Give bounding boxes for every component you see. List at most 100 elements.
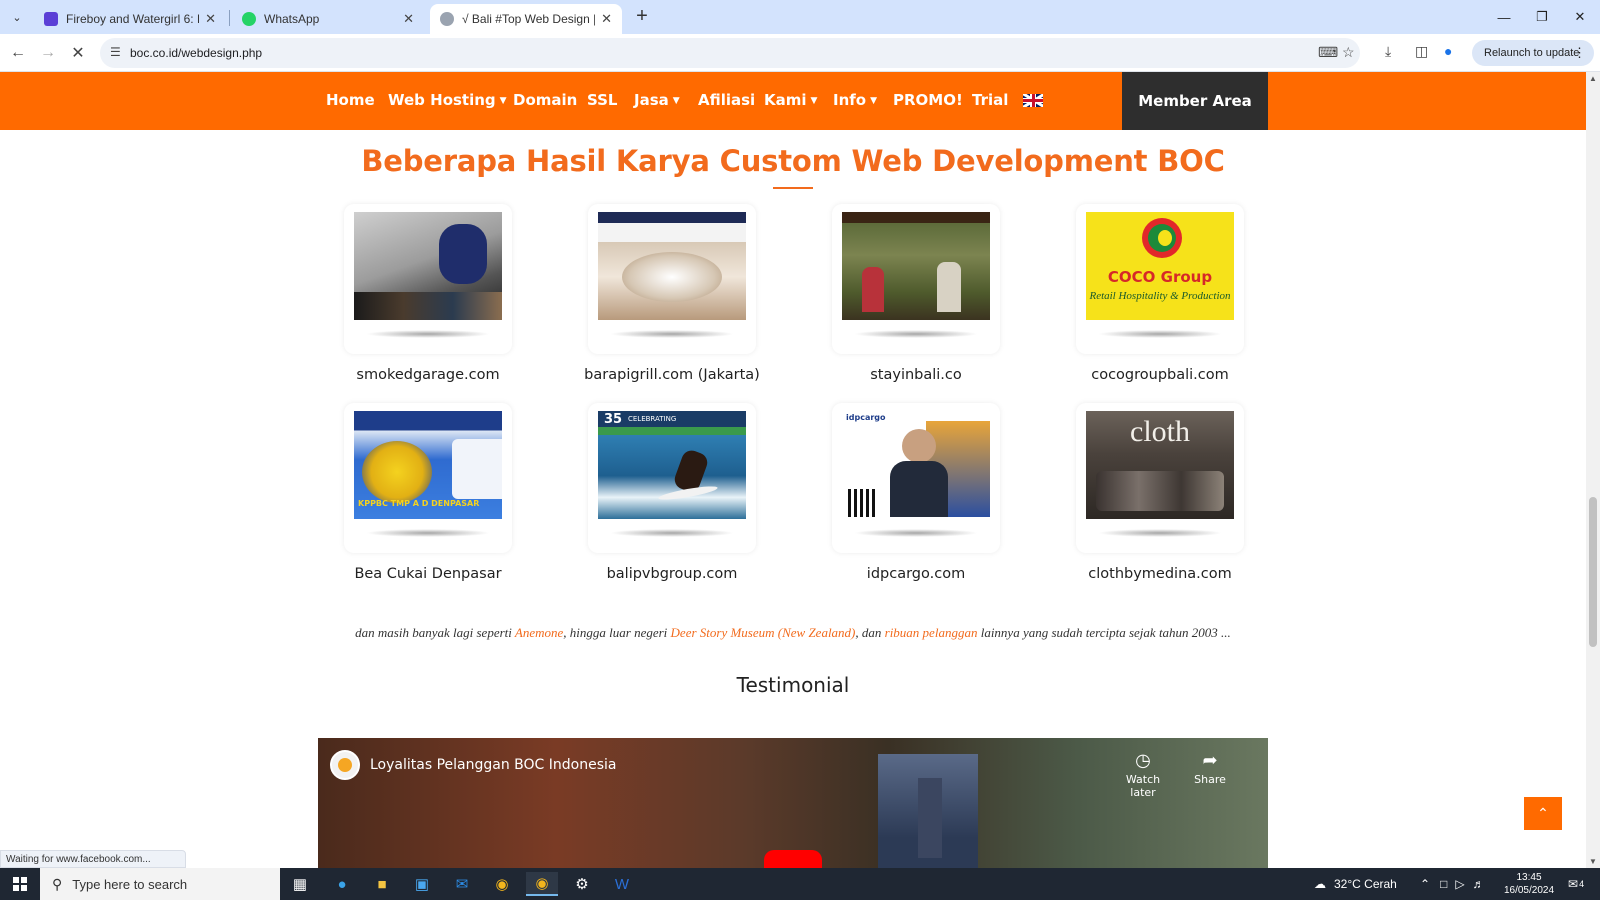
nav-afiliasi[interactable]: Afiliasi xyxy=(698,91,755,109)
link-anemone[interactable]: Anemone xyxy=(515,625,563,640)
portfolio-card-cocogroup[interactable]: COCO Group Retail Hospitality & Producti… xyxy=(1076,204,1244,354)
watch-later-button[interactable]: ◷ Watch later xyxy=(1113,750,1173,799)
file-explorer-icon[interactable]: ■ xyxy=(366,872,398,896)
stop-loading-button[interactable]: ✕ xyxy=(66,41,90,65)
share-arrow-icon: ➦ xyxy=(1202,750,1218,771)
profile-avatar-icon[interactable]: ● xyxy=(1444,43,1452,59)
minimize-button[interactable]: — xyxy=(1485,0,1523,34)
task-view-icon[interactable]: ▦ xyxy=(284,872,316,896)
mail-icon[interactable]: ✉ xyxy=(446,872,478,896)
link-ribuan-pelanggan[interactable]: ribuan pelanggan xyxy=(885,625,978,640)
address-bar[interactable]: ☰ boc.co.id/webdesign.php ⌨ ☆ xyxy=(100,38,1360,68)
portfolio-label[interactable]: clothbymedina.com xyxy=(1038,566,1282,582)
scroll-down-icon[interactable]: ▼ xyxy=(1589,857,1597,866)
close-icon[interactable]: ✕ xyxy=(403,11,414,27)
tab-fireboy[interactable]: Fireboy and Watergirl 6: Fairy Ta ✕ xyxy=(34,4,226,34)
browser-status-text: Waiting for www.facebook.com... xyxy=(0,850,186,868)
nav-trial[interactable]: Trial xyxy=(972,91,1008,109)
settings-gear-icon[interactable]: ⚙ xyxy=(566,872,598,896)
relaunch-to-update-button[interactable]: Relaunch to update ⋮ xyxy=(1472,40,1594,66)
chrome-icon[interactable]: ◉ xyxy=(486,872,518,896)
scroll-up-icon[interactable]: ▲ xyxy=(1589,74,1597,83)
start-button[interactable] xyxy=(0,868,40,900)
close-window-button[interactable]: ✕ xyxy=(1561,0,1599,34)
nav-home[interactable]: Home xyxy=(326,91,375,109)
nav-jasa[interactable]: Jasa ▼ xyxy=(634,91,680,109)
tab-whatsapp[interactable]: WhatsApp ✕ xyxy=(232,4,424,34)
member-area-button[interactable]: Member Area xyxy=(1122,72,1268,130)
pvb-number-text: 35 xyxy=(604,412,623,427)
portfolio-card-stayinbali[interactable] xyxy=(832,204,1000,354)
store-icon[interactable]: ▣ xyxy=(406,872,438,896)
arrow-left-icon: ← xyxy=(10,44,26,61)
nav-domain[interactable]: Domain xyxy=(513,91,577,109)
close-icon[interactable]: ✕ xyxy=(601,11,612,27)
bookmark-star-icon[interactable]: ☆ xyxy=(1342,44,1355,61)
restore-icon: ❐ xyxy=(1536,9,1548,24)
caret-down-icon: ▼ xyxy=(810,96,818,106)
translate-icon[interactable]: ⌨ xyxy=(1318,44,1338,61)
share-button[interactable]: ➦ Share xyxy=(1180,750,1240,786)
close-icon[interactable]: ✕ xyxy=(205,11,216,27)
portfolio-thumbnail xyxy=(354,212,502,320)
url-text[interactable]: boc.co.id/webdesign.php xyxy=(130,46,262,60)
nav-label: Home xyxy=(326,91,375,109)
weather-widget[interactable]: ☁ 32°C Cerah xyxy=(1314,868,1397,900)
chevron-up-icon[interactable]: ⌃ xyxy=(1420,877,1430,891)
portfolio-label[interactable]: Bea Cukai Denpasar xyxy=(306,566,550,582)
scrollbar-thumb[interactable] xyxy=(1589,497,1597,647)
chrome-active-icon[interactable]: ◉ xyxy=(526,872,558,896)
back-button[interactable]: ← xyxy=(6,41,30,65)
nav-promo[interactable]: PROMO! xyxy=(893,91,963,109)
page-scrollbar[interactable]: ▲ ▼ xyxy=(1586,72,1600,868)
restore-button[interactable]: ❐ xyxy=(1523,0,1561,34)
nav-ssl[interactable]: SSL xyxy=(587,91,618,109)
portfolio-card-idpcargo[interactable]: idpcargo xyxy=(832,403,1000,553)
portfolio-label[interactable]: stayinbali.co xyxy=(794,367,1038,383)
portfolio-card-barapigrill[interactable] xyxy=(588,204,756,354)
volume-icon[interactable]: ♬ xyxy=(1473,877,1485,891)
card-shadow xyxy=(1098,529,1222,537)
nav-web-hosting[interactable]: Web Hosting ▼ xyxy=(388,91,507,109)
new-tab-button[interactable]: + xyxy=(630,5,654,28)
meet-now-icon[interactable]: □ xyxy=(1440,877,1447,891)
edge-browser-icon[interactable]: ● xyxy=(326,872,358,896)
more-menu-icon[interactable]: ⋮ xyxy=(1573,45,1586,61)
portfolio-label[interactable]: balipvbgroup.com xyxy=(550,566,794,582)
portfolio-label[interactable]: barapigrill.com (Jakarta) xyxy=(550,367,794,383)
portfolio-card-clothbymedina[interactable]: cloth xyxy=(1076,403,1244,553)
portfolio-card-balipvb[interactable]: 35 CELEBRATING xyxy=(588,403,756,553)
word-icon[interactable]: W xyxy=(606,872,638,896)
back-to-top-button[interactable]: ⌃ xyxy=(1524,797,1562,830)
tab-boc-webdesign[interactable]: √ Bali #Top Web Design | WA 0 ✕ xyxy=(430,4,622,34)
network-icon[interactable]: ▷ xyxy=(1455,877,1464,891)
portfolio-label[interactable]: smokedgarage.com xyxy=(306,367,550,383)
notification-center[interactable]: ✉ 4 xyxy=(1568,868,1584,900)
uk-flag-icon[interactable] xyxy=(1023,94,1043,107)
clock-time: 13:45 xyxy=(1516,872,1542,883)
portfolio-label[interactable]: idpcargo.com xyxy=(794,566,1038,582)
nav-kami[interactable]: Kami ▼ xyxy=(764,91,817,109)
tab-search-button[interactable]: ⌄ xyxy=(6,6,28,28)
nav-label: Afiliasi xyxy=(698,91,756,109)
site-settings-icon[interactable]: ☰ xyxy=(110,45,121,59)
portfolio-label[interactable]: cocogroupbali.com xyxy=(1038,367,1282,383)
taskbar-search-box[interactable]: ⚲ Type here to search xyxy=(40,868,280,900)
nav-label: Jasa xyxy=(634,91,669,109)
cloth-logo-text: cloth xyxy=(1130,415,1190,448)
link-deer-story-museum[interactable]: Deer Story Museum (New Zealand) xyxy=(671,625,856,640)
portfolio-thumbnail: 35 CELEBRATING xyxy=(598,411,746,519)
forward-button[interactable]: → xyxy=(36,41,60,65)
taskbar-clock[interactable]: 13:45 16/05/2024 xyxy=(1498,871,1560,897)
system-tray[interactable]: ⌃ □ ▷ ♬ xyxy=(1420,868,1485,900)
testimonial-video-embed[interactable]: Loyalitas Pelanggan BOC Indonesia ◷ Watc… xyxy=(318,738,1268,868)
nav-info[interactable]: Info ▼ xyxy=(833,91,877,109)
channel-avatar[interactable] xyxy=(330,750,360,780)
video-title[interactable]: Loyalitas Pelanggan BOC Indonesia xyxy=(370,757,616,773)
download-icon[interactable]: ⤓ xyxy=(1385,43,1391,60)
portfolio-card-bea-cukai[interactable]: KPPBC TMP A D DENPASAR xyxy=(344,403,512,553)
portfolio-card-smokedgarage[interactable] xyxy=(344,204,512,354)
nav-label: Domain xyxy=(513,91,578,109)
side-panel-icon[interactable]: ◫ xyxy=(1415,43,1428,60)
youtube-play-button[interactable] xyxy=(764,850,822,868)
